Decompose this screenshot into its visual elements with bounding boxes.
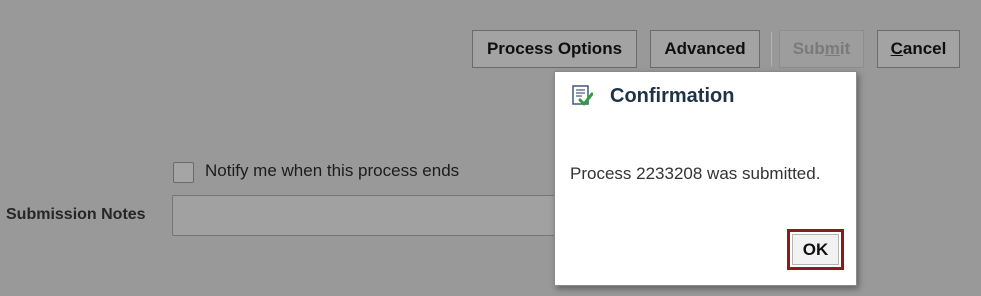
cancel-label-end: ancel bbox=[902, 39, 947, 58]
ok-button[interactable]: OK bbox=[792, 234, 839, 265]
submit-label-end: it bbox=[839, 39, 851, 58]
dialog-title: Confirmation bbox=[610, 85, 735, 107]
document-check-icon bbox=[572, 85, 593, 106]
process-options-button[interactable]: Process Options bbox=[472, 30, 637, 68]
ok-button-highlight: OK bbox=[787, 229, 844, 270]
toolbar-separator bbox=[771, 32, 772, 66]
notify-checkbox[interactable] bbox=[173, 162, 194, 183]
cancel-accelerator-key: C bbox=[890, 39, 903, 58]
submit-button[interactable]: Sub m it bbox=[779, 30, 864, 68]
advanced-button[interactable]: Advanced bbox=[650, 30, 760, 68]
submit-label-start: Sub bbox=[792, 39, 825, 58]
cancel-button[interactable]: Cancel bbox=[877, 30, 960, 68]
confirmation-dialog: Confirmation Process 2233208 was submitt… bbox=[554, 71, 857, 286]
submission-notes-label: Submission Notes bbox=[6, 206, 146, 223]
submission-notes-field[interactable] bbox=[172, 195, 592, 236]
notify-label: Notify me when this process ends bbox=[205, 161, 460, 180]
dialog-message: Process 2233208 was submitted. bbox=[570, 164, 821, 183]
submit-accelerator-key: m bbox=[824, 39, 840, 58]
